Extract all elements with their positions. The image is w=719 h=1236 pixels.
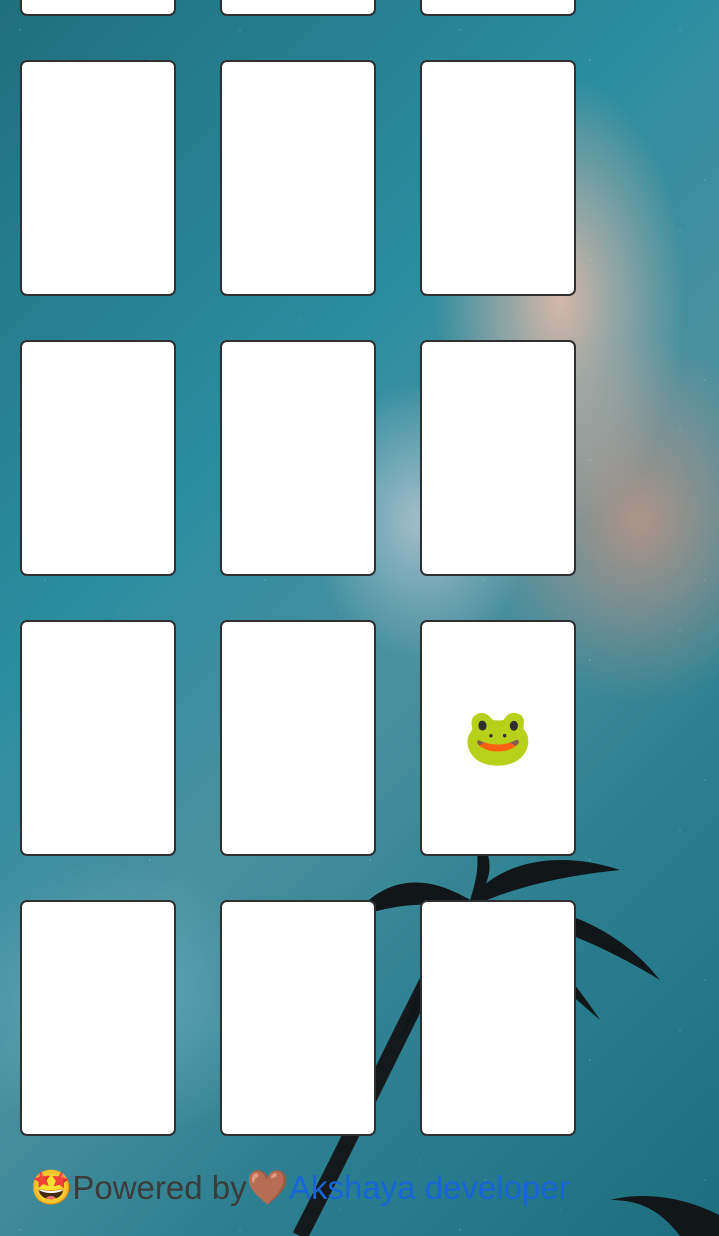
memory-card[interactable] — [220, 0, 376, 16]
memory-card[interactable] — [220, 620, 376, 856]
memory-card[interactable] — [420, 0, 576, 16]
memory-card[interactable] — [20, 620, 176, 856]
memory-card[interactable] — [220, 900, 376, 1136]
memory-card[interactable] — [420, 900, 576, 1136]
heart-icon: 🤎 — [246, 1168, 289, 1208]
memory-card[interactable] — [20, 900, 176, 1136]
powered-by-footer: 🤩 Powered by 🤎 Akshaya developer — [30, 1164, 570, 1212]
memory-card[interactable] — [420, 60, 576, 296]
memory-card[interactable] — [220, 60, 376, 296]
star-struck-icon: 🤩 — [30, 1168, 73, 1208]
frog-icon: 🐸 — [463, 705, 533, 770]
memory-card-revealed[interactable]: 🐸 — [420, 620, 576, 856]
developer-link[interactable]: Akshaya developer — [289, 1169, 570, 1207]
powered-by-label: Powered by — [72, 1169, 247, 1206]
memory-card[interactable] — [420, 340, 576, 576]
memory-card[interactable] — [220, 340, 376, 576]
memory-card[interactable] — [20, 0, 176, 16]
memory-card[interactable] — [20, 60, 176, 296]
memory-card[interactable] — [20, 340, 176, 576]
